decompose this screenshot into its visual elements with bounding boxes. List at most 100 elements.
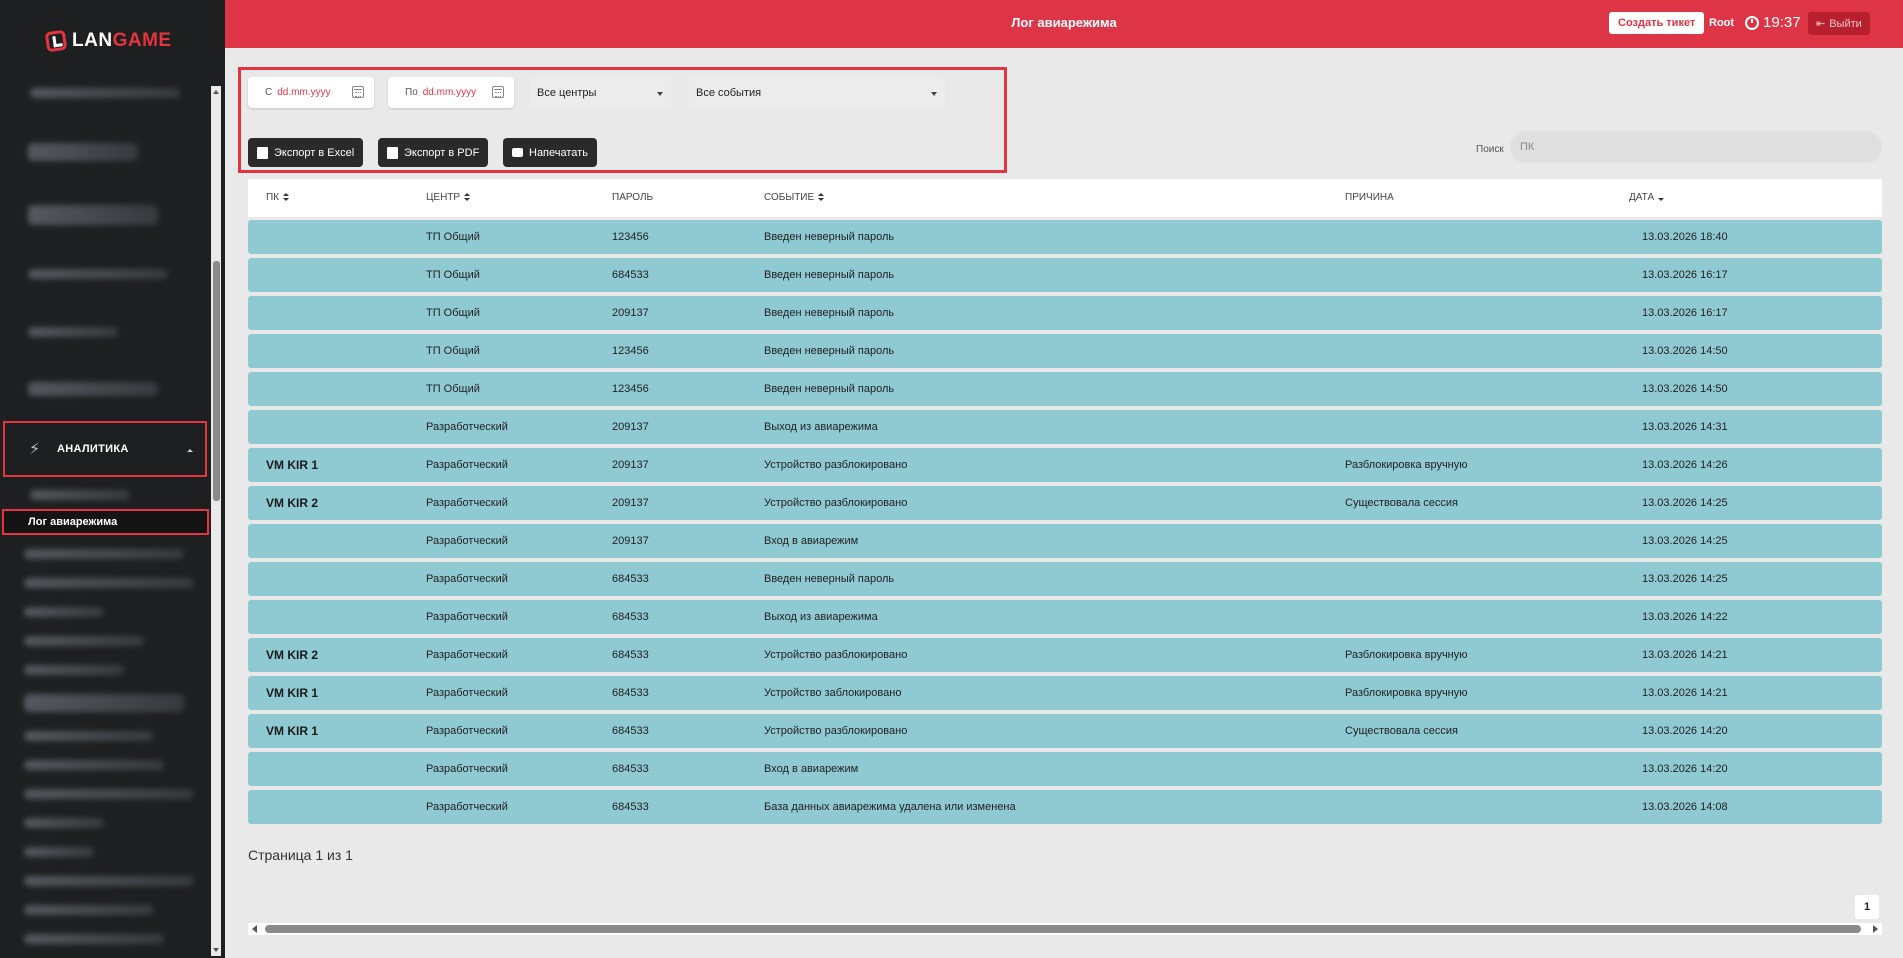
- logout-button[interactable]: ⇤ Выйти: [1808, 12, 1870, 35]
- cell-center: ТП Общий: [426, 383, 480, 395]
- cell-center: Разработческий: [426, 611, 508, 623]
- chevron-down-icon: [931, 92, 937, 96]
- blurred-menu-item[interactable]: [24, 934, 164, 944]
- column-header-date[interactable]: ДАТА: [1629, 192, 1665, 203]
- blurred-menu-item[interactable]: [24, 760, 164, 770]
- blurred-menu-item[interactable]: [24, 665, 124, 675]
- blurred-menu-item[interactable]: [24, 818, 104, 828]
- printer-icon: [512, 148, 523, 157]
- sidebar-scroll-thumb[interactable]: [213, 261, 220, 501]
- cell-center: Разработческий: [426, 497, 508, 509]
- column-header-event[interactable]: СОБЫТИЕ: [764, 192, 825, 203]
- sidebar-section-analytics[interactable]: ⚡ АНАЛИТИКА: [3, 421, 207, 477]
- export-pdf-button[interactable]: Экспорт в PDF: [378, 138, 489, 167]
- table-row[interactable]: VM KIR 1 Разработческий 209137 Устройств…: [248, 448, 1882, 482]
- scroll-right-arrow-icon[interactable]: [1873, 925, 1878, 933]
- centers-select[interactable]: Все центры: [530, 77, 671, 108]
- table-row[interactable]: Разработческий 684533 База данных авиаре…: [248, 790, 1882, 824]
- blurred-menu-item[interactable]: [24, 636, 144, 646]
- top-bar: Лог авиарежима Создать тикет Root 19:37 …: [225, 0, 1903, 48]
- blurred-menu-item[interactable]: [24, 905, 154, 915]
- search-input[interactable]: [1510, 131, 1882, 163]
- chevron-up-icon: [187, 449, 193, 452]
- cell-event: База данных авиарежима удалена или измен…: [764, 801, 1016, 813]
- table-row[interactable]: VM KIR 1 Разработческий 684533 Устройств…: [248, 714, 1882, 748]
- cell-event: Введен неверный пароль: [764, 573, 895, 585]
- date-from-prefix: С: [265, 87, 273, 98]
- blurred-menu-item[interactable]: [24, 789, 194, 799]
- search-label: Поиск: [1476, 144, 1504, 155]
- blurred-menu-item[interactable]: [24, 847, 94, 857]
- export-excel-button[interactable]: Экспорт в Excel: [248, 138, 364, 167]
- table-row[interactable]: ТП Общий 123456 Введен неверный пароль 1…: [248, 220, 1882, 254]
- table-row[interactable]: ТП Общий 123456 Введен неверный пароль 1…: [248, 334, 1882, 368]
- table-row[interactable]: Разработческий 684533 Выход из авиарежим…: [248, 600, 1882, 634]
- blurred-menu-item[interactable]: [28, 327, 118, 337]
- sidebar-item-airplane-log[interactable]: Лог авиарежима: [2, 509, 209, 535]
- blurred-menu-item[interactable]: [24, 578, 194, 588]
- cell-date: 13.03.2026 14:50: [1642, 383, 1728, 395]
- table-row[interactable]: Разработческий 684533 Введен неверный па…: [248, 562, 1882, 596]
- table-row[interactable]: ТП Общий 684533 Введен неверный пароль 1…: [248, 258, 1882, 292]
- sort-icon: [283, 193, 290, 202]
- create-ticket-button[interactable]: Создать тикет: [1609, 12, 1705, 34]
- pdf-icon: [387, 146, 398, 159]
- sort-desc-icon: [1658, 193, 1665, 202]
- blurred-menu-item[interactable]: [24, 607, 104, 617]
- table-row[interactable]: VM KIR 2 Разработческий 684533 Устройств…: [248, 638, 1882, 672]
- chevron-down-icon: [657, 92, 663, 96]
- blurred-menu-item[interactable]: [24, 876, 194, 886]
- scroll-left-arrow-icon[interactable]: [252, 925, 257, 933]
- blurred-menu-item[interactable]: [30, 88, 180, 98]
- print-button[interactable]: Напечатать: [503, 138, 597, 167]
- clock-time: 19:37: [1763, 14, 1801, 31]
- table-row[interactable]: Разработческий 684533 Вход в авиарежим 1…: [248, 752, 1882, 786]
- date-to-field[interactable]: По dd.mm.yyyy: [388, 77, 514, 108]
- calendar-icon[interactable]: [492, 86, 504, 98]
- langame-logo[interactable]: LANGAME: [44, 29, 172, 53]
- cell-date: 13.03.2026 14:50: [1642, 345, 1728, 357]
- events-select[interactable]: Все события: [689, 77, 945, 108]
- blurred-menu-item[interactable]: [28, 143, 138, 161]
- cell-center: Разработческий: [426, 763, 508, 775]
- table-row[interactable]: Разработческий 209137 Вход в авиарежим 1…: [248, 524, 1882, 558]
- horizontal-scrollbar[interactable]: [248, 923, 1882, 935]
- table-row[interactable]: VM KIR 1 Разработческий 684533 Устройств…: [248, 676, 1882, 710]
- sort-icon: [464, 193, 471, 202]
- table-row[interactable]: Разработческий 209137 Выход из авиарежим…: [248, 410, 1882, 444]
- blurred-menu-item[interactable]: [30, 490, 130, 500]
- blurred-menu-item[interactable]: [24, 549, 184, 559]
- scroll-down-arrow-icon[interactable]: [213, 948, 219, 952]
- cell-date: 13.03.2026 14:26: [1642, 459, 1728, 471]
- calendar-icon[interactable]: [352, 86, 364, 98]
- centers-select-value: Все центры: [537, 86, 597, 99]
- cell-event: Введен неверный пароль: [764, 231, 895, 243]
- scroll-up-arrow-icon[interactable]: [213, 90, 219, 94]
- cell-center: ТП Общий: [426, 345, 480, 357]
- cell-center: Разработческий: [426, 421, 508, 433]
- blurred-menu-item[interactable]: [28, 269, 168, 279]
- user-name[interactable]: Root: [1709, 17, 1734, 29]
- cell-password: 684533: [612, 649, 649, 661]
- table-row[interactable]: VM KIR 2 Разработческий 209137 Устройств…: [248, 486, 1882, 520]
- cell-event: Введен неверный пароль: [764, 307, 895, 319]
- blurred-menu-item[interactable]: [28, 382, 158, 396]
- column-header-pc[interactable]: ПК: [266, 192, 290, 203]
- page-button-1[interactable]: 1: [1855, 895, 1879, 919]
- table-row[interactable]: ТП Общий 209137 Введен неверный пароль 1…: [248, 296, 1882, 330]
- blurred-menu-item[interactable]: [24, 694, 184, 712]
- blurred-menu-item[interactable]: [28, 205, 158, 225]
- sidebar: LANGAME ⚡ АНАЛИТИКА Лог авиарежима: [0, 0, 225, 958]
- cell-pc: VM KIR 2: [266, 648, 319, 662]
- date-from-field[interactable]: С dd.mm.yyyy: [248, 77, 374, 108]
- blurred-menu-item[interactable]: [24, 731, 154, 741]
- date-from-value: dd.mm.yyyy: [277, 87, 331, 98]
- horizontal-scroll-thumb[interactable]: [265, 925, 1861, 933]
- cell-date: 13.03.2026 14:25: [1642, 573, 1728, 585]
- sidebar-section-label: АНАЛИТИКА: [57, 443, 129, 455]
- cell-reason: Существовала сессия: [1345, 725, 1459, 737]
- table-row[interactable]: ТП Общий 123456 Введен неверный пароль 1…: [248, 372, 1882, 406]
- sidebar-scrollbar[interactable]: [211, 86, 221, 956]
- column-header-center[interactable]: ЦЕНТР: [426, 192, 471, 203]
- cell-center: Разработческий: [426, 459, 508, 471]
